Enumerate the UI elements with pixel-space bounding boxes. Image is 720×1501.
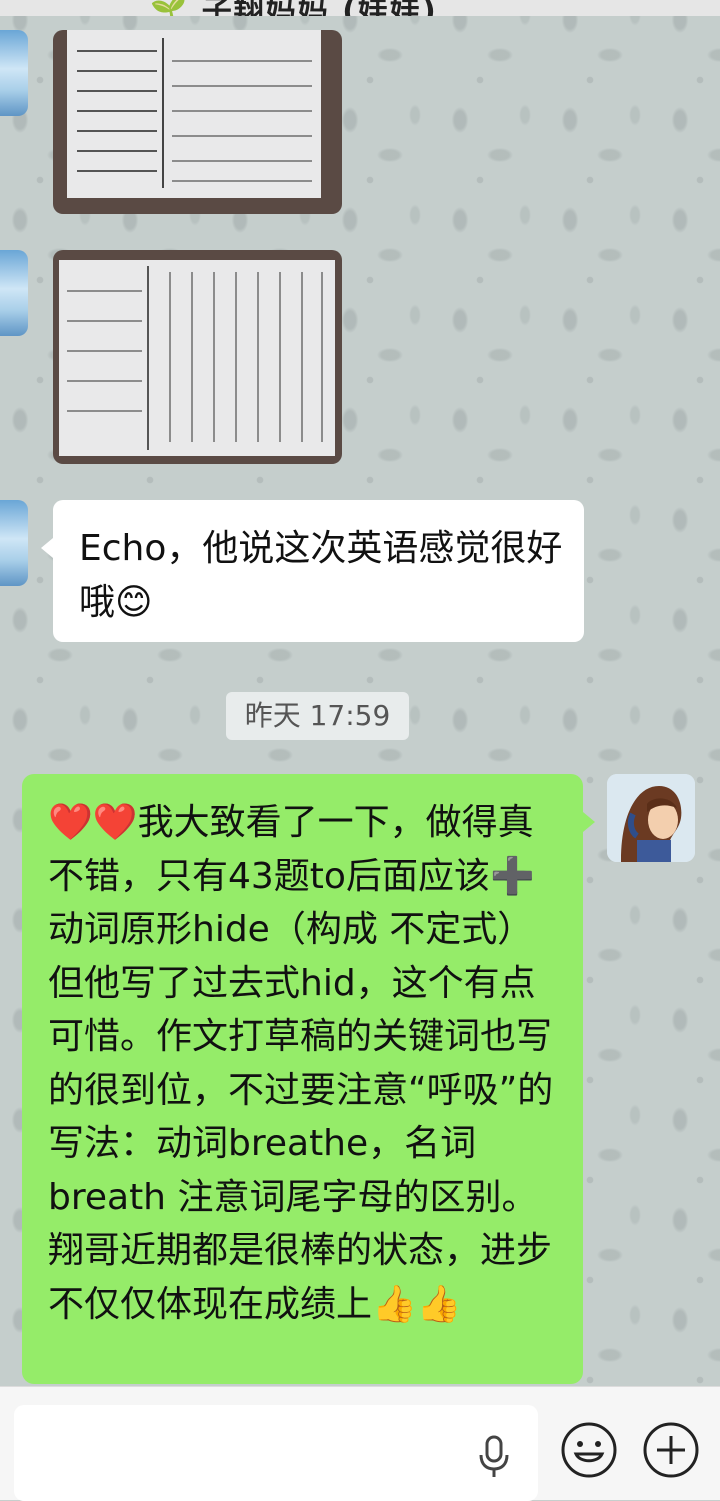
image-message[interactable] (53, 30, 342, 214)
input-bar (0, 1386, 720, 1501)
plus-icon[interactable] (642, 1421, 700, 1479)
exam-paper-photo (67, 30, 321, 198)
exam-paper-photo (59, 260, 335, 456)
message-input[interactable] (14, 1405, 538, 1501)
contact-avatar[interactable] (0, 30, 28, 116)
contact-avatar[interactable] (0, 250, 28, 336)
user-avatar[interactable] (607, 774, 695, 862)
outgoing-message-bubble[interactable]: ❤️❤️我大致看了一下，做得真不错，只有43题to后面应该➕动词原形hide（构… (22, 774, 595, 1384)
voice-icon[interactable] (476, 1435, 512, 1479)
chat-title: 🌱 子翔妈妈 (娃娃) (150, 0, 438, 16)
image-message[interactable] (53, 250, 342, 464)
chat-header: 🌱 子翔妈妈 (娃娃) (0, 0, 720, 16)
avatar-illustration (607, 774, 695, 862)
contact-avatar[interactable] (0, 500, 28, 586)
message-timestamp: 昨天 17:59 (226, 692, 409, 740)
emoji-icon[interactable] (560, 1421, 618, 1479)
incoming-message-text: Echo，他说这次英语感觉很好哦😊 (79, 528, 563, 623)
incoming-message-bubble[interactable]: Echo，他说这次英语感觉很好哦😊 (41, 500, 584, 642)
outgoing-message-text: ❤️❤️我大致看了一下，做得真不错，只有43题to后面应该➕动词原形hide（构… (48, 802, 554, 1325)
